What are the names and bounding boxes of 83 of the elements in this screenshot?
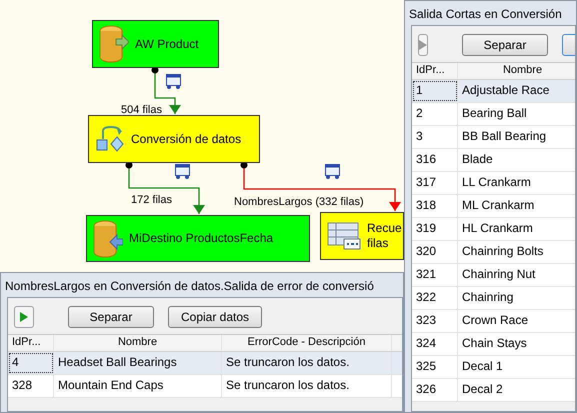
table-cell: 317 (412, 172, 458, 194)
component-label: Conversión de datos (131, 132, 242, 146)
table-cell: Adjustable Race (458, 80, 575, 102)
table-cell: 319 (412, 218, 458, 240)
path-label: 172 filas (131, 194, 172, 207)
transform-icon (95, 125, 125, 153)
table-row[interactable]: 322 Chainring (412, 287, 575, 310)
table-cell: 324 (412, 333, 458, 355)
component-box[interactable]: MiDestino ProductosFecha (86, 215, 310, 262)
toolbar-button[interactable]: Copiar datos (168, 306, 262, 328)
table-row[interactable]: 324 Chain Stays (412, 333, 575, 356)
table-row[interactable]: 321 Chainring Nut (412, 264, 575, 287)
table-cell: 320 (412, 241, 458, 263)
table-cell: Chainring Nut (458, 264, 575, 286)
component-box[interactable]: Recue filas (320, 212, 404, 260)
path-label: 504 filas (121, 104, 162, 117)
window-title: NombresLargos en Conversión de datos.Salida de error de conversió (4, 278, 375, 295)
table-cell: 325 (412, 356, 458, 378)
component-label: AW Product (135, 36, 199, 52)
table-row[interactable]: 323 Crown Race (412, 310, 575, 333)
database-icon (93, 220, 123, 258)
table-cell: 328 (8, 375, 54, 397)
table-cell: Se truncaron los datos. (222, 352, 392, 374)
table-cell: Chain Stays (458, 333, 575, 355)
table-cell: Se truncaron los datos. (222, 375, 392, 397)
table-cell: BB Ball Bearing (458, 126, 575, 148)
table-cell: Crown Race (458, 310, 575, 332)
toolbar-button[interactable]: Separar (462, 34, 548, 56)
component-box[interactable]: AW Product (92, 20, 219, 68)
table-cell: 326 (412, 379, 458, 401)
table-row[interactable]: 1 Adjustable Race (412, 80, 575, 103)
play-icon (20, 312, 28, 322)
table-cell: LL Crankarm (458, 172, 575, 194)
table-row[interactable]: 3 BB Ball Bearing (412, 126, 575, 149)
table-cell: Headset Ball Bearings (54, 352, 222, 374)
window-title: Salida Cortas en Conversión (408, 6, 563, 23)
database-icon (99, 25, 129, 63)
table-row[interactable]: 4 Headset Ball Bearings Se truncaron los datos. (8, 352, 402, 375)
component-label: MiDestino ProductosFecha (129, 231, 274, 246)
table-cell: Decal 1 (458, 356, 575, 378)
column-header[interactable]: IdPr... (8, 335, 54, 351)
component-box[interactable]: Conversión de datos (88, 115, 260, 163)
play-button[interactable] (14, 306, 34, 328)
table-row[interactable]: 328 Mountain End Caps Se truncaron los datos. (8, 375, 402, 398)
table-cell: Decal 2 (458, 379, 575, 401)
column-header[interactable]: Nombre (458, 63, 575, 79)
component-label: filas (367, 236, 390, 251)
table-cell: ML Crankarm (458, 195, 575, 217)
table-cell: Chainring (458, 287, 575, 309)
table-row[interactable]: 317 LL Crankarm (412, 172, 575, 195)
table-icon (327, 221, 361, 251)
table-row[interactable]: 2 Bearing Ball (412, 103, 575, 126)
column-header[interactable]: Nombre (54, 335, 222, 351)
table-cell: Mountain End Caps (54, 375, 222, 397)
table-cell: 2 (412, 103, 458, 125)
table-cell: 1 (412, 80, 458, 102)
table-cell: Blade (458, 149, 575, 171)
table-cell: 323 (412, 310, 458, 332)
table-cell: 322 (412, 287, 458, 309)
table-row[interactable]: 318 ML Crankarm (412, 195, 575, 218)
table-cell: 316 (412, 149, 458, 171)
data-viewer-icon[interactable] (175, 164, 190, 179)
table-row[interactable]: 319 HL Crankarm (412, 218, 575, 241)
path-label: NombresLargos (332 filas) (234, 196, 364, 209)
table-row[interactable]: 326 Decal 2 (412, 379, 575, 402)
component-label: Recue (367, 221, 402, 236)
toolbar-button[interactable]: Separar (68, 306, 154, 328)
data-viewer-icon[interactable] (166, 74, 181, 89)
table-cell: HL Crankarm (458, 218, 575, 240)
play-button[interactable] (418, 34, 428, 56)
table-cell: Chainring Bolts (458, 241, 575, 263)
table-cell: 4 (8, 352, 54, 374)
table-row[interactable]: 316 Blade (412, 149, 575, 172)
column-header[interactable]: IdPr... (412, 63, 458, 79)
table-cell: Bearing Ball (458, 103, 575, 125)
play-icon (419, 40, 427, 50)
table-cell: 3 (412, 126, 458, 148)
table-cell: 318 (412, 195, 458, 217)
table-cell: 321 (412, 264, 458, 286)
data-viewer-icon[interactable] (325, 164, 340, 179)
column-header[interactable]: ErrorCode - Descripción (222, 335, 392, 351)
table-row[interactable]: 325 Decal 1 (412, 356, 575, 379)
table-row[interactable]: 320 Chainring Bolts (412, 241, 575, 264)
